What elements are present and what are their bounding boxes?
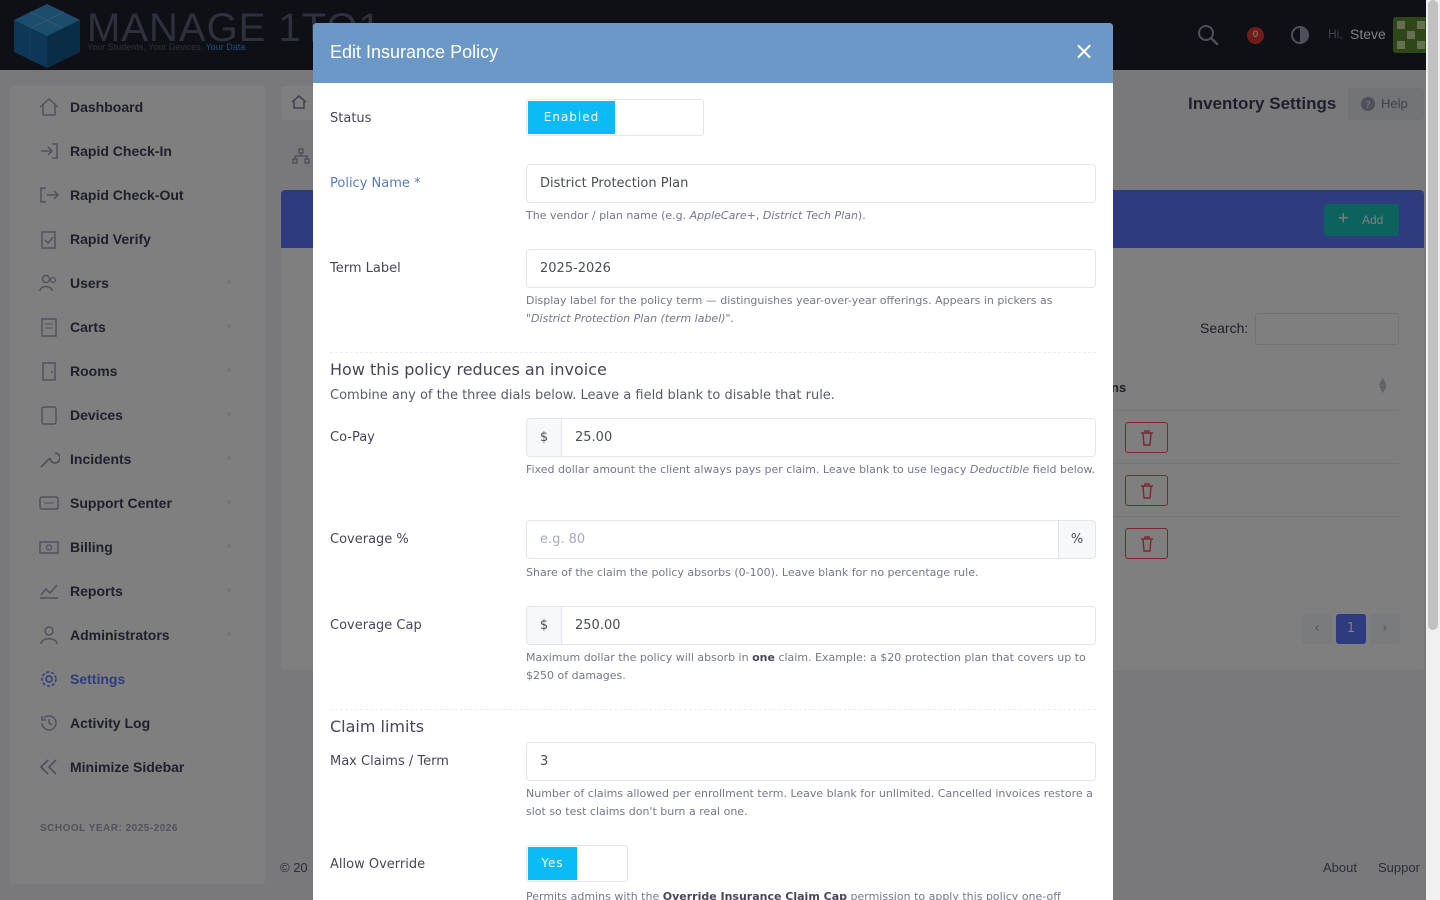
allow-override-toggle-on[interactable]: Yes <box>528 847 577 880</box>
policy-name-input[interactable]: District Protection Plan <box>526 164 1096 203</box>
modal-header: Edit Insurance Policy × <box>313 23 1113 83</box>
max-claims-help: Number of claims allowed per enrollment … <box>526 787 1093 818</box>
close-icon[interactable]: × <box>1073 39 1095 63</box>
section-desc-reduce-invoice: Combine any of the three dials below. Le… <box>330 388 835 403</box>
copay-currency-prefix: $ <box>526 418 562 457</box>
section-title-claim-limits: Claim limits <box>330 717 425 736</box>
coverage-cap-label: Coverage Cap <box>330 618 422 633</box>
allow-override-help: Permits admins with the Override Insuran… <box>526 890 1061 900</box>
max-claims-input[interactable]: 3 <box>526 742 1096 781</box>
coverage-cap-help: Maximum dollar the policy will absorb in… <box>526 651 1086 682</box>
coverage-percent-input[interactable]: e.g. 80 <box>526 520 1059 559</box>
term-label-input[interactable]: 2025-2026 <box>526 249 1096 288</box>
page-scrollbar[interactable] <box>1426 0 1440 900</box>
copay-label: Co-Pay <box>330 430 375 445</box>
section-divider <box>330 709 1096 710</box>
status-toggle[interactable]: Enabled <box>526 99 704 136</box>
edit-insurance-policy-modal: Edit Insurance Policy × Status Enabled P… <box>313 23 1113 900</box>
coverage-percent-help: Share of the claim the policy absorbs (0… <box>526 566 979 579</box>
copay-help: Fixed dollar amount the client always pa… <box>526 463 1096 476</box>
allow-override-label: Allow Override <box>330 857 426 872</box>
coverage-cap-input[interactable]: 250.00 <box>561 606 1096 645</box>
policy-name-help: The vendor / plan name (e.g. AppleCare+,… <box>526 209 866 222</box>
max-claims-label: Max Claims / Term <box>330 754 449 769</box>
section-divider <box>330 352 1096 353</box>
status-toggle-on[interactable]: Enabled <box>528 101 615 134</box>
modal-title: Edit Insurance Policy <box>330 42 499 62</box>
allow-override-toggle[interactable]: Yes <box>526 845 628 882</box>
copay-input[interactable]: 25.00 <box>561 418 1096 457</box>
scrollbar-thumb[interactable] <box>1428 0 1438 630</box>
status-label: Status <box>330 111 372 126</box>
coverage-cap-currency-prefix: $ <box>526 606 562 645</box>
term-label-label: Term Label <box>330 261 401 276</box>
section-title-reduce-invoice: How this policy reduces an invoice <box>330 360 607 379</box>
term-label-help: Display label for the policy term — dist… <box>526 294 1053 325</box>
coverage-percent-label: Coverage % <box>330 532 409 547</box>
policy-name-label: Policy Name * <box>330 176 421 191</box>
coverage-percent-suffix: % <box>1058 520 1096 559</box>
